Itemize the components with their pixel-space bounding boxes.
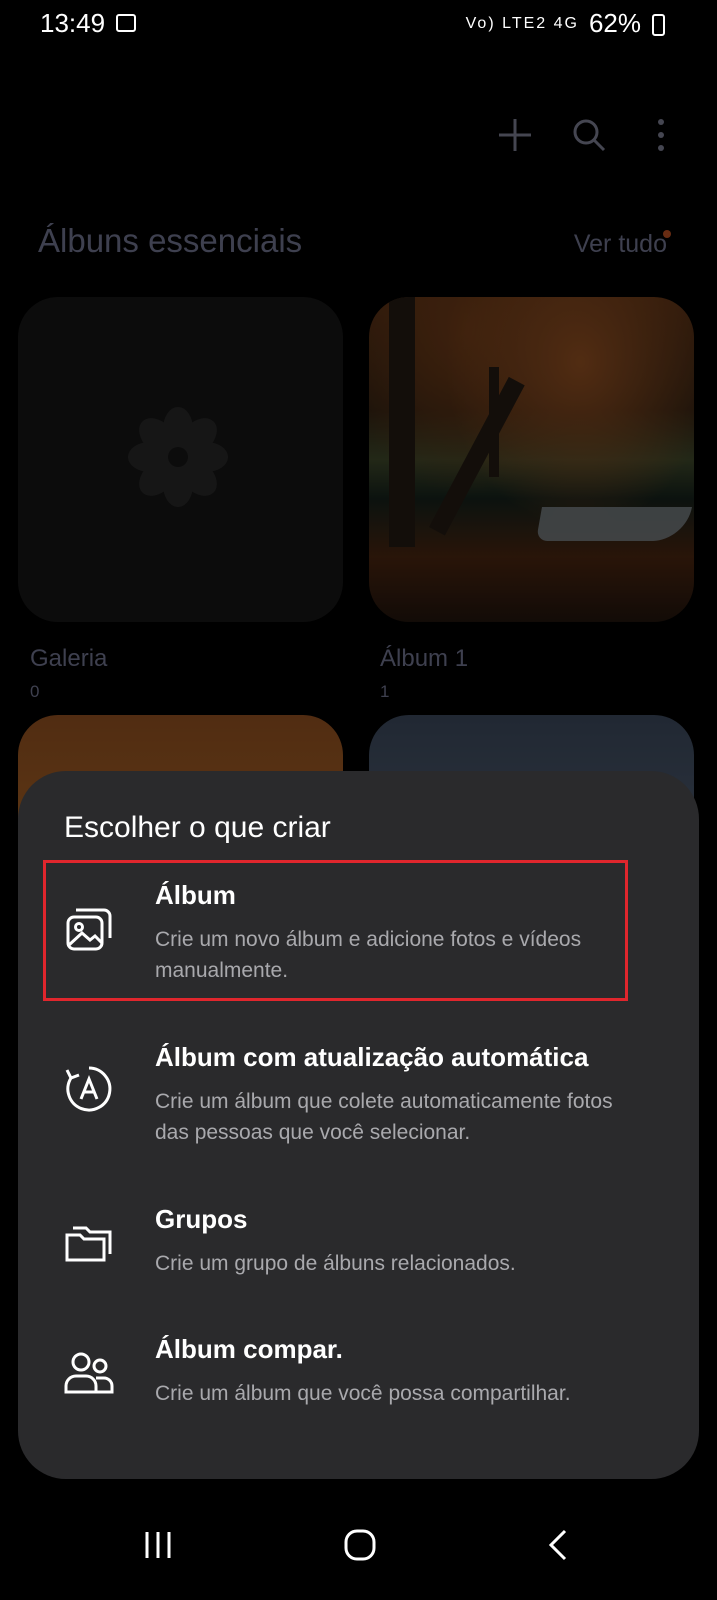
option-groups[interactable]: Grupos Crie um grupo de álbuns relaciona… (42, 1204, 632, 1294)
album-count: 0 (30, 682, 40, 701)
option-title: Grupos (155, 1204, 248, 1234)
notification-dot (663, 230, 671, 238)
gallery-flower-icon (128, 407, 228, 507)
album-count: 1 (380, 682, 390, 701)
option-title: Álbum com atualização automática (155, 1042, 589, 1072)
option-description: Crie um grupo de álbuns relacionados. (155, 1252, 516, 1275)
album-tile-album1[interactable] (369, 297, 694, 622)
battery-icon (652, 14, 665, 36)
see-all-link[interactable]: Ver tudo (574, 230, 667, 259)
option-description: Crie um álbum que colete automaticamente… (155, 1090, 613, 1144)
highlight-box (43, 860, 628, 1001)
sheet-title: Escolher o que criar (64, 811, 331, 844)
battery-percentage: 62% (588, 8, 641, 38)
section-title: Álbuns essenciais (38, 222, 303, 259)
option-auto-update-album[interactable]: Álbum com atualização automática Crie um… (42, 1042, 632, 1152)
status-time: 13:49 (40, 8, 106, 38)
status-bar: 13:49 Vo) LTE2 4G 62% (0, 0, 717, 48)
people-icon (62, 1346, 116, 1400)
folders-icon (62, 1214, 116, 1268)
album-tile-gallery[interactable] (18, 297, 343, 622)
album-name: Galeria (30, 645, 108, 672)
home-icon[interactable] (330, 1520, 390, 1570)
option-title: Álbum compar. (155, 1334, 343, 1364)
boat-image (536, 507, 692, 541)
status-right: Vo) LTE2 4G 62% (466, 8, 667, 39)
network-indicator: Vo) LTE2 4G (465, 14, 579, 32)
option-shared-album[interactable]: Álbum compar. Crie um álbum que você pos… (42, 1334, 632, 1424)
search-icon[interactable] (561, 105, 617, 165)
gallery-notification-icon (116, 14, 136, 32)
recents-icon[interactable] (128, 1520, 188, 1570)
top-actions (457, 105, 717, 165)
plus-icon[interactable] (487, 105, 543, 165)
auto-update-icon (62, 1062, 116, 1116)
back-icon[interactable] (528, 1520, 588, 1570)
more-vertical-icon[interactable] (633, 105, 689, 165)
navigation-bar (0, 1490, 717, 1600)
option-description: Crie um álbum que você possa compartilha… (155, 1382, 571, 1405)
album-name: Álbum 1 (380, 645, 469, 672)
